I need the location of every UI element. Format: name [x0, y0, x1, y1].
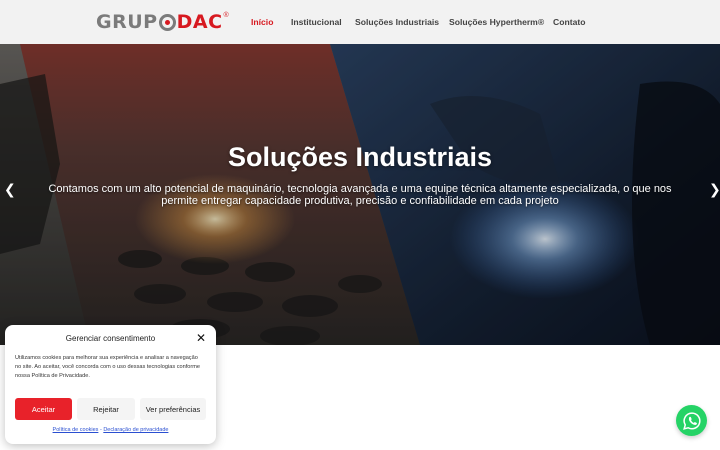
nav-item-inicio[interactable]: Início: [251, 17, 273, 27]
view-preferences-button[interactable]: Ver preferências: [140, 398, 206, 420]
nav-item-institucional[interactable]: Institucional: [291, 17, 342, 27]
nav-item-contato[interactable]: Contato: [553, 17, 585, 27]
cookie-consent-dialog: Gerenciar consentimento ✕ Utilizamos coo…: [5, 325, 216, 444]
accept-button[interactable]: Aceitar: [15, 398, 72, 420]
hero-subtitle: Contamos com um alto potencial de maquin…: [48, 183, 672, 207]
privacy-statement-link[interactable]: Declaração de privacidade: [103, 427, 168, 433]
nav-item-solucoes-hypertherm[interactable]: Soluções Hypertherm®: [449, 17, 544, 27]
cookie-policy-link[interactable]: Política de cookies: [53, 427, 99, 433]
logo-registered-mark: ®: [223, 11, 229, 19]
logo-text-right: DAC: [176, 11, 223, 33]
logo[interactable]: GRUP DAC ®: [96, 11, 229, 33]
reject-button[interactable]: Rejeitar: [77, 398, 135, 420]
chevron-left-icon[interactable]: ❮: [4, 181, 16, 198]
site-header: GRUP DAC ® Início Institucional Soluções…: [0, 0, 720, 44]
cookie-dialog-text: Utilizamos cookies para melhorar sua exp…: [15, 355, 201, 379]
close-icon[interactable]: ✕: [196, 331, 206, 345]
whatsapp-button[interactable]: [676, 405, 707, 436]
chevron-right-icon[interactable]: ❯: [709, 181, 720, 198]
logo-text-left: GRUP: [96, 11, 158, 33]
cookie-links: Política de cookies - Declaração de priv…: [5, 427, 216, 433]
cookie-dialog-title: Gerenciar consentimento: [65, 334, 156, 343]
hero-title: Soluções Industriais: [227, 142, 493, 172]
nav-item-solucoes-industriais[interactable]: Soluções Industriais: [355, 17, 439, 27]
whatsapp-icon: [682, 411, 701, 430]
hero-slider: Soluções Industriais Contamos com um alt…: [0, 44, 720, 345]
logo-ring-icon: [158, 13, 176, 31]
